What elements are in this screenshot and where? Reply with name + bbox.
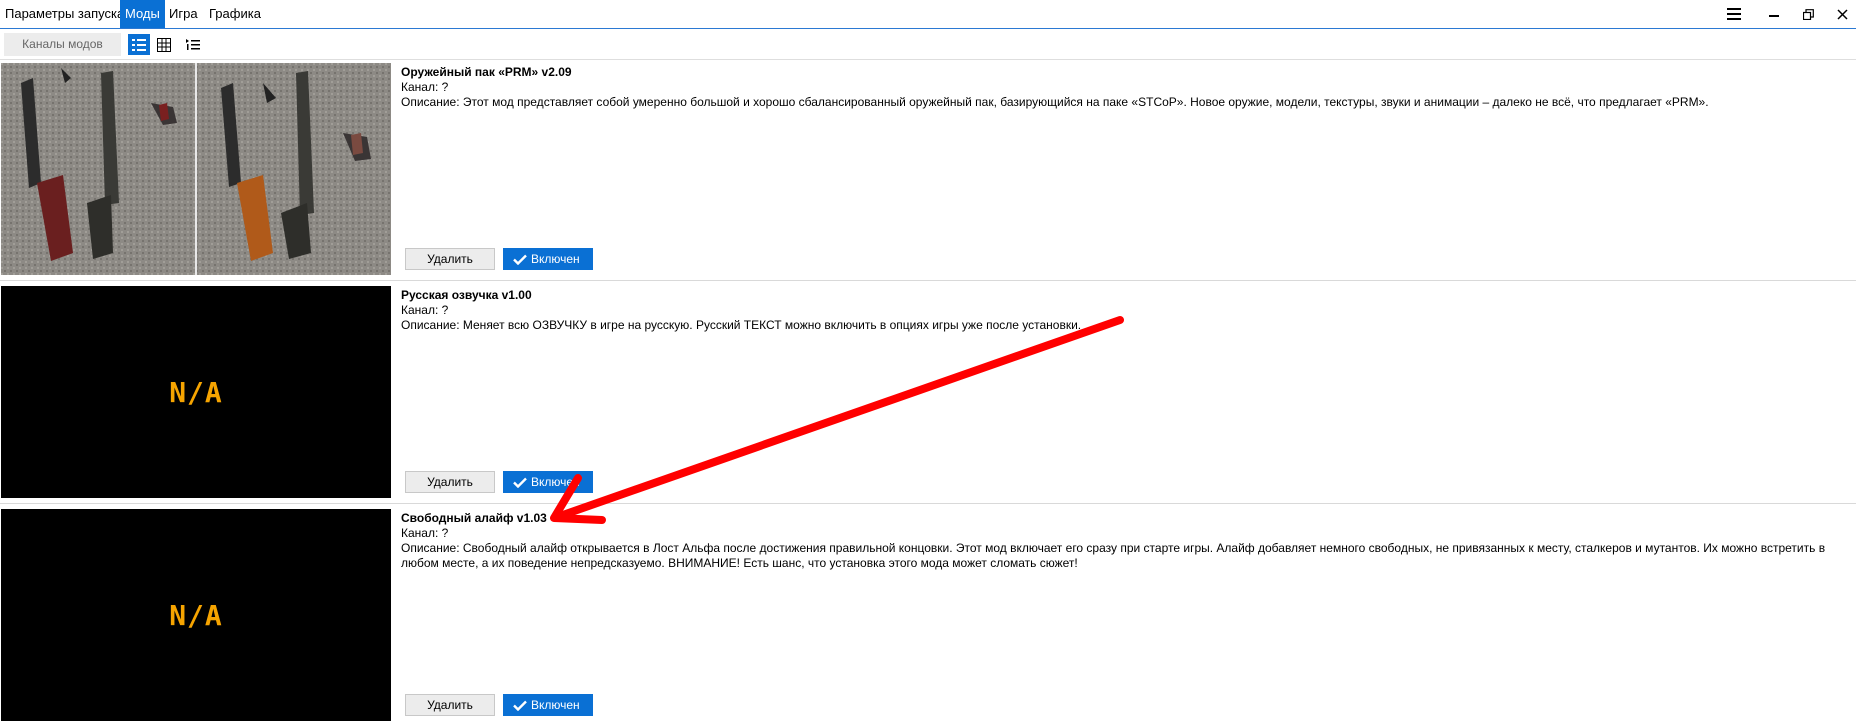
mod-description: Описание: Свободный алайф открывается в … bbox=[401, 541, 1826, 570]
toolbar: Каналы модов bbox=[0, 30, 1856, 60]
mod-title: Свободный алайф v1.03 bbox=[401, 511, 547, 525]
menu-graphics[interactable]: Графика bbox=[204, 0, 266, 28]
menu-launch-params[interactable]: Параметры запуска bbox=[0, 0, 129, 28]
menu-bar: Параметры запуска Моды Игра Графика bbox=[0, 0, 1856, 29]
mod-preview-image: N/A bbox=[1, 509, 391, 721]
delete-button[interactable]: Удалить bbox=[405, 694, 495, 716]
restore-icon[interactable] bbox=[1791, 0, 1825, 28]
mod-channel: Канал: ? bbox=[401, 80, 449, 94]
weapons-photo bbox=[1, 63, 391, 275]
enabled-toggle-button[interactable]: Включен bbox=[503, 471, 593, 493]
mod-channel: Канал: ? bbox=[401, 526, 449, 540]
no-preview-label: N/A bbox=[169, 598, 223, 632]
enabled-toggle-button[interactable]: Включен bbox=[503, 248, 593, 270]
delete-button[interactable]: Удалить bbox=[405, 471, 495, 493]
hamburger-icon[interactable] bbox=[1717, 0, 1751, 28]
delete-button[interactable]: Удалить bbox=[405, 248, 495, 270]
enabled-label: Включен bbox=[531, 698, 580, 712]
list-view-icon[interactable] bbox=[128, 34, 150, 55]
enabled-label: Включен bbox=[531, 475, 580, 489]
checkmark-icon bbox=[513, 254, 527, 265]
mod-title: Русская озвучка v1.00 bbox=[401, 288, 532, 302]
checkmark-icon bbox=[513, 700, 527, 711]
mod-entry-free-alife: N/A Свободный алайф v1.03 Канал: ? Описа… bbox=[0, 507, 1856, 723]
menu-game[interactable]: Игра bbox=[164, 0, 203, 28]
grid-view-icon[interactable] bbox=[153, 34, 175, 55]
mod-channel: Канал: ? bbox=[401, 303, 449, 317]
mod-entry-prm: Оружейный пак «PRM» v2.09 Канал: ? Описа… bbox=[0, 61, 1856, 281]
mod-title: Оружейный пак «PRM» v2.09 bbox=[401, 65, 572, 79]
mod-entry-russian-voice: N/A Русская озвучка v1.00 Канал: ? Описа… bbox=[0, 284, 1856, 504]
mod-preview-image bbox=[1, 63, 391, 275]
minimize-icon[interactable] bbox=[1757, 0, 1791, 28]
mod-description: Описание: Меняет всю ОЗВУЧКУ в игре на р… bbox=[401, 318, 1082, 332]
mod-preview-image: N/A bbox=[1, 286, 391, 498]
enabled-toggle-button[interactable]: Включен bbox=[503, 694, 593, 716]
menu-mods[interactable]: Моды bbox=[120, 0, 165, 28]
no-preview-label: N/A bbox=[169, 375, 223, 409]
mod-channels-button[interactable]: Каналы модов bbox=[4, 33, 121, 56]
checkmark-icon bbox=[513, 477, 527, 488]
close-icon[interactable] bbox=[1825, 0, 1856, 28]
compact-list-icon[interactable] bbox=[182, 34, 204, 55]
enabled-label: Включен bbox=[531, 252, 580, 266]
mod-description: Описание: Этот мод представляет собой ум… bbox=[401, 95, 1709, 109]
